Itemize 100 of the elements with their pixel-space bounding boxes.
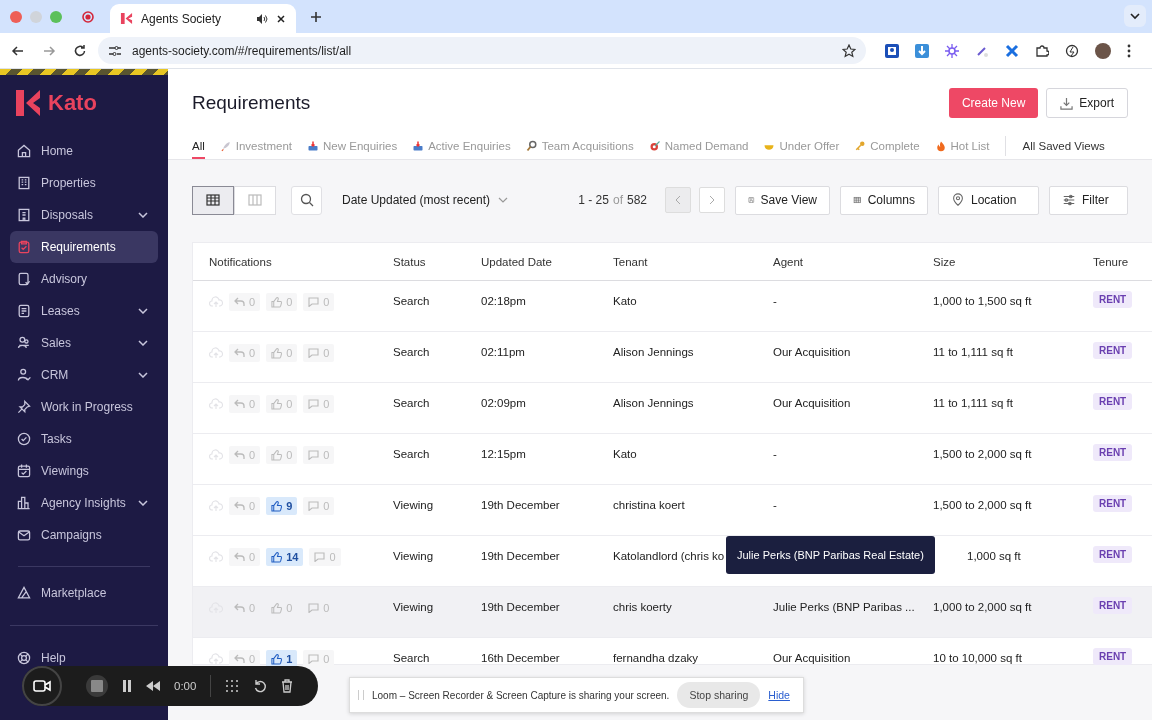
building-icon [16, 175, 32, 191]
nav-item[interactable]: Requirements [10, 231, 158, 263]
table-view-button[interactable] [192, 185, 234, 215]
sort-dropdown[interactable]: Date Updated (most recent) [336, 192, 515, 208]
nav-item[interactable]: Sales [10, 327, 158, 359]
export-button[interactable]: Export [1046, 88, 1128, 118]
camera-button[interactable] [22, 666, 62, 706]
extension-icon[interactable] [885, 43, 899, 58]
location-button[interactable]: Location [938, 185, 1039, 215]
nav-item[interactable]: Agency Insights [10, 487, 158, 519]
create-button[interactable]: Create New [948, 88, 1039, 118]
table-cell: 1,500 to 2,000 sq ft [933, 499, 1032, 511]
like-count[interactable]: 14 [266, 548, 304, 566]
mail-icon [16, 527, 32, 543]
target-icon [648, 140, 661, 152]
address-bar[interactable]: agents-society.com/#/requirements/list/all [98, 37, 866, 64]
recording-time: 0:00 [174, 680, 197, 692]
close-window-button[interactable] [10, 10, 22, 23]
avatar-icon[interactable] [1095, 42, 1111, 59]
menu-icon[interactable] [1127, 43, 1131, 58]
stop-icon[interactable] [86, 675, 108, 697]
record-icon[interactable] [82, 10, 94, 23]
like-count[interactable]: 9 [266, 497, 298, 515]
nav-item[interactable]: Marketplace [10, 577, 158, 609]
column-header[interactable]: Status [393, 255, 481, 268]
nav-item[interactable]: Advisory [10, 263, 158, 295]
marketplace-icon [16, 585, 32, 601]
table-cell: christina koert [613, 499, 685, 511]
table-cell: 02:09pm [481, 397, 526, 409]
forward-icon[interactable] [42, 43, 56, 58]
column-header[interactable]: Notifications [193, 255, 393, 268]
back-icon[interactable] [11, 43, 25, 58]
view-tab[interactable]: All [192, 133, 205, 159]
nav-item[interactable]: Viewings [10, 455, 158, 487]
nav-item[interactable]: Disposals [10, 199, 158, 231]
puzzle-icon[interactable] [1035, 43, 1049, 58]
columns-button[interactable]: Columns [840, 185, 928, 215]
grid-icon[interactable] [225, 679, 240, 693]
nav-item[interactable]: Home [10, 135, 158, 167]
table-cell: chris koerty [613, 601, 672, 613]
chevron-down-icon [138, 212, 148, 218]
download-icon[interactable] [915, 43, 929, 58]
table-cell: Our Acquisition [773, 346, 851, 358]
search-button[interactable] [291, 185, 322, 215]
column-header[interactable]: Size [933, 255, 1093, 268]
column-header[interactable]: Updated Date [481, 255, 613, 268]
nav-item[interactable]: CRM [10, 359, 158, 391]
table-cell: 19th December [481, 601, 560, 613]
cloud-upload-icon [209, 347, 223, 359]
saved-views-link[interactable]: All Saved Views [1022, 133, 1105, 159]
speech-bubble-icon [314, 552, 326, 562]
sliders-icon [1062, 193, 1076, 207]
close-icon[interactable] [276, 13, 286, 24]
rewind-icon[interactable] [146, 681, 160, 691]
sunburst-icon[interactable] [945, 43, 959, 58]
new-tab-icon[interactable] [310, 10, 322, 23]
hide-link[interactable]: Hide [768, 689, 790, 701]
bar-chart-icon [16, 495, 32, 511]
nav-item[interactable]: Work in Progress [10, 391, 158, 423]
bookmark-star-icon[interactable] [842, 43, 856, 58]
trash-icon[interactable] [281, 679, 294, 693]
nav-item[interactable]: Campaigns [10, 519, 158, 551]
nav-item[interactable]: Leases [10, 295, 158, 327]
speech-bubble-icon [308, 399, 320, 409]
search-icon [299, 193, 314, 207]
column-header[interactable]: Tenant [613, 255, 773, 268]
columns-icon [248, 194, 262, 206]
table-cell: 11 to 1,111 sq ft [933, 397, 1013, 409]
table-cell: 16th December [481, 652, 560, 664]
stop-sharing-button[interactable]: Stop sharing [677, 682, 761, 708]
speech-bubble-icon [308, 450, 320, 460]
tab-list-icon[interactable] [1124, 5, 1146, 27]
restart-icon[interactable] [253, 679, 268, 693]
reply-icon [234, 654, 245, 664]
table-cell: - [773, 499, 777, 511]
thumbs-up-icon [271, 551, 283, 563]
filter-button[interactable]: Filter [1049, 185, 1128, 215]
key-icon [854, 140, 867, 152]
document-icon [16, 303, 32, 319]
nav-item[interactable]: Tasks [10, 423, 158, 455]
chevron-left-icon [675, 195, 681, 205]
speaker-icon[interactable] [256, 12, 268, 25]
table-cell: 02:11pm [481, 346, 525, 358]
column-header[interactable]: Tenure [1093, 255, 1152, 268]
pause-icon[interactable] [122, 680, 132, 692]
reply-icon [234, 552, 245, 562]
reload-icon[interactable] [73, 43, 87, 58]
cross-icon[interactable] [1005, 43, 1019, 58]
nav-item[interactable]: Help [10, 650, 158, 666]
nav-item[interactable]: Properties [10, 167, 158, 199]
site-settings-icon[interactable] [108, 43, 122, 58]
reply-icon [234, 501, 245, 511]
table-cell: 1,000 to 1,500 sq ft [933, 295, 1032, 307]
column-header[interactable]: Agent [773, 255, 933, 268]
browser-tab[interactable]: Agents Society [110, 4, 296, 33]
table-cell: Search [393, 652, 430, 664]
save-button[interactable]: Save View [735, 185, 830, 215]
speech-bubble-icon [308, 297, 320, 307]
table-cell: 1,500 to 2,000 sq ft [933, 448, 1032, 460]
people-icon [16, 335, 32, 351]
